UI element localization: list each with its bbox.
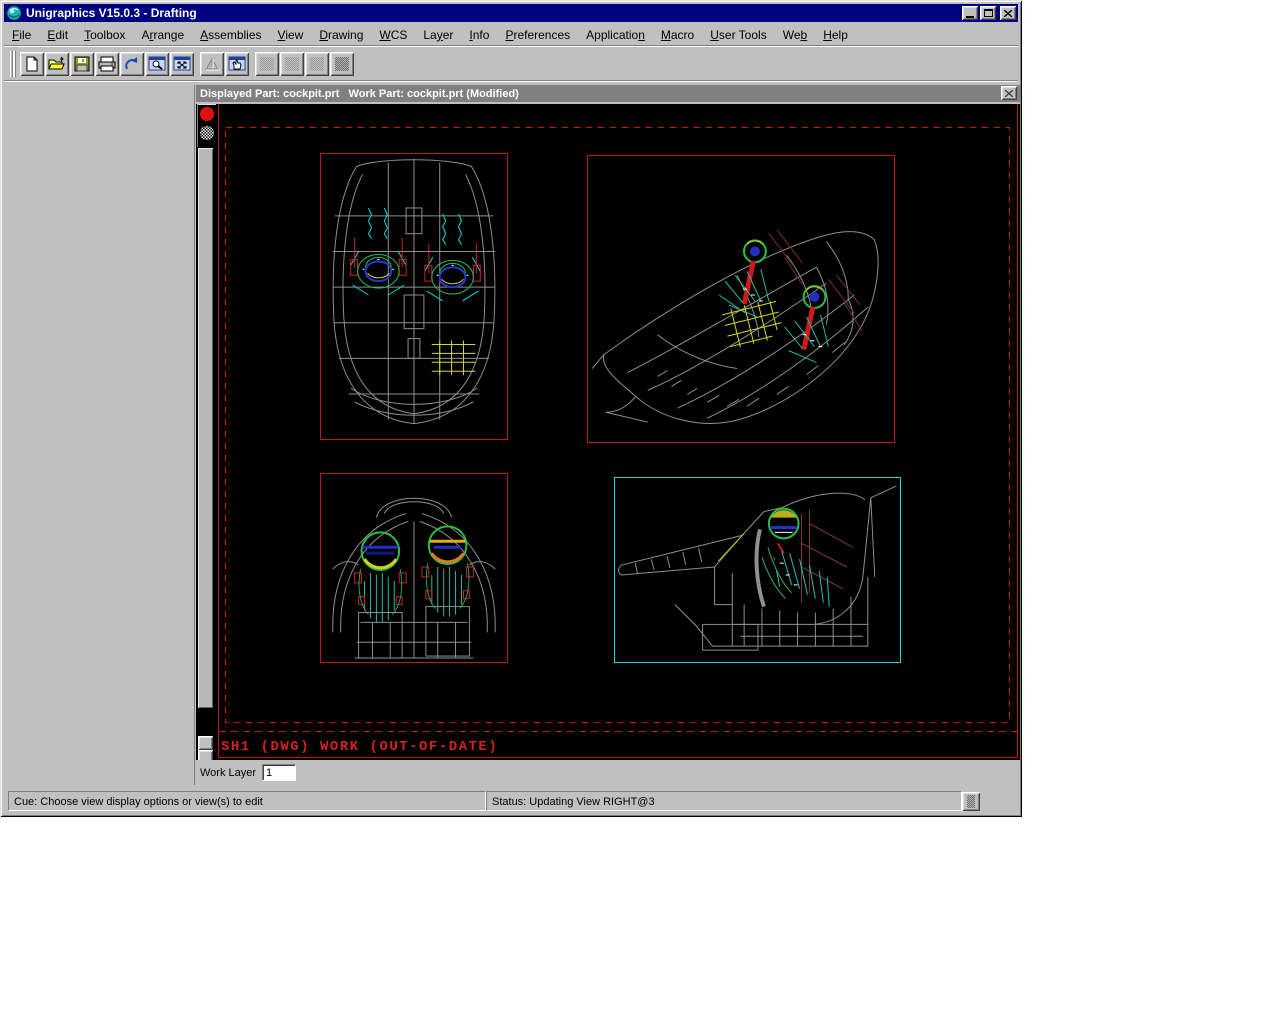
undo-icon[interactable] (120, 52, 144, 76)
open-part-icon[interactable] (45, 52, 69, 76)
menu-help[interactable]: Help (815, 25, 856, 45)
message-history-button[interactable] (962, 792, 980, 811)
grayed-tool-2-icon (280, 52, 304, 76)
status-bar: Cue: Choose view display options or view… (4, 790, 1018, 813)
close-icon[interactable] (1000, 6, 1016, 20)
unigraphics-logo-icon (6, 5, 22, 21)
grayed-tool-1-icon (255, 52, 279, 76)
isometric-view-wireframe (588, 156, 894, 442)
right-view-wireframe (615, 478, 900, 662)
front-view-wireframe (321, 474, 507, 662)
menu-bar: FileEditToolboxArrangeAssembliesViewDraw… (4, 24, 1018, 46)
grayed-tool-4-icon (330, 52, 354, 76)
grayed-tool-3-icon (305, 52, 329, 76)
menu-web[interactable]: Web (775, 25, 815, 45)
menu-application[interactable]: Application (578, 25, 653, 45)
window-controls (962, 6, 1016, 20)
graphics-close-icon[interactable] (1001, 86, 1017, 100)
menu-user-tools[interactable]: User Tools (702, 25, 774, 45)
menu-preferences[interactable]: Preferences (497, 25, 578, 45)
menu-info[interactable]: Info (461, 25, 497, 45)
menu-layer[interactable]: Layer (415, 25, 461, 45)
app-window: Unigraphics V15.0.3 - Drafting FileEditT… (0, 0, 1022, 817)
menu-assemblies[interactable]: Assemblies (192, 25, 269, 45)
toolbar-grip-handle[interactable] (10, 51, 13, 77)
dialog-side-panel (4, 85, 195, 785)
window-title: Unigraphics V15.0.3 - Drafting (26, 6, 962, 20)
menu-wcs[interactable]: WCS (371, 25, 415, 45)
cue-field: Cue: Choose view display options or view… (8, 791, 486, 811)
save-part-icon[interactable] (70, 52, 94, 76)
viewport-isometric-view[interactable] (587, 155, 895, 443)
titlebar[interactable]: Unigraphics V15.0.3 - Drafting (4, 4, 1018, 22)
work-layer-label: Work Layer (200, 767, 256, 779)
menu-view[interactable]: View (270, 25, 312, 45)
print-icon[interactable] (95, 52, 119, 76)
menu-macro[interactable]: Macro (653, 25, 702, 45)
top-view-wireframe (321, 154, 507, 439)
maximize-icon[interactable] (980, 6, 996, 20)
fit-view-window-icon[interactable] (170, 52, 194, 76)
viewport-right-view[interactable] (614, 477, 901, 663)
pan-hand-window-icon[interactable] (225, 52, 249, 76)
drafting-tool-grayed-icon (200, 52, 224, 76)
graphics-window-header[interactable]: Displayed Part: cockpit.prt Work Part: c… (196, 85, 1020, 102)
sheet-status-annotation: SH1 (DWG) WORK (OUT-OF-DATE) (221, 739, 498, 755)
zoom-view-window-icon[interactable] (145, 52, 169, 76)
menu-edit[interactable]: Edit (39, 25, 76, 45)
menu-drawing[interactable]: Drawing (311, 25, 371, 45)
desktop: Unigraphics V15.0.3 - Drafting FileEditT… (0, 0, 1280, 1024)
graphics-window-title: Displayed Part: cockpit.prt Work Part: c… (200, 88, 519, 100)
graphics-window: Displayed Part: cockpit.prt Work Part: c… (196, 85, 1020, 785)
minimize-icon[interactable] (962, 6, 978, 20)
menu-file[interactable]: File (4, 25, 39, 45)
viewport-front-view[interactable] (320, 473, 508, 663)
work-layer-row: Work Layer (196, 760, 1020, 785)
toolbar (4, 48, 1018, 81)
menu-arrange[interactable]: Arrange (133, 25, 192, 45)
drawing-canvas[interactable]: SH1 (DWG) WORK (OUT-OF-DATE) (196, 104, 1020, 760)
new-part-icon[interactable] (20, 52, 44, 76)
menu-toolbox[interactable]: Toolbox (76, 25, 133, 45)
status-field: Status: Updating View RIGHT@3 (486, 791, 962, 811)
viewport-top-view[interactable] (320, 153, 508, 440)
work-layer-input[interactable] (262, 764, 296, 781)
